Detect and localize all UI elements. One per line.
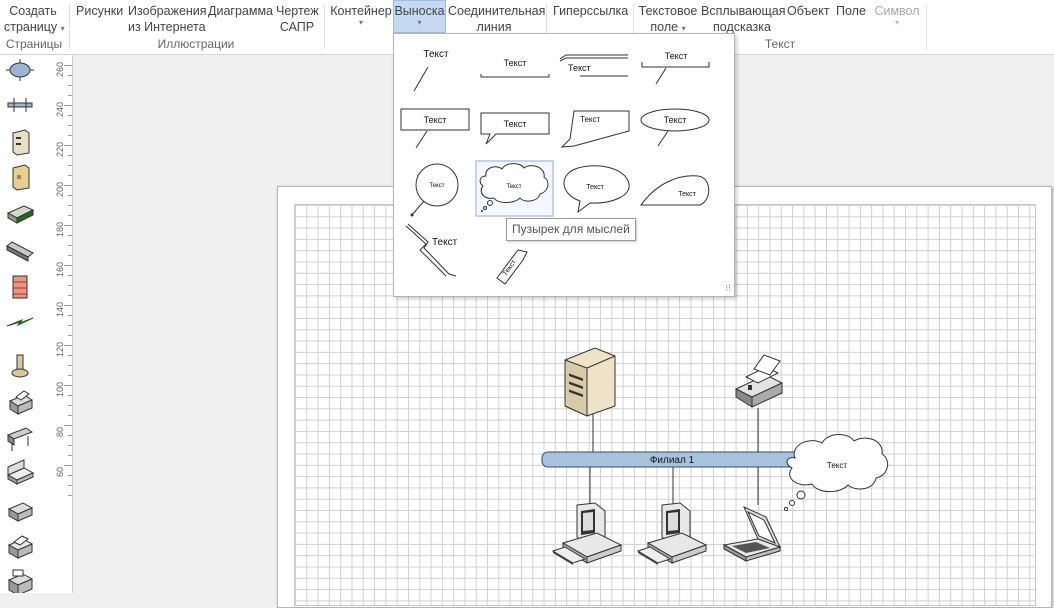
- callout-thought-bubble-thumbnail[interactable]: Текст: [475, 160, 554, 217]
- callout-side-line-thumbnail[interactable]: Текст: [641, 51, 710, 85]
- pc-shape[interactable]: [636, 502, 708, 565]
- callout-gallery: Текст Текст Текст Текст Текст Текст Текс…: [393, 33, 735, 297]
- callout-tag-thumbnail[interactable]: Текст: [496, 249, 528, 285]
- callout-rectangle-thumbnail[interactable]: Текст: [400, 108, 470, 149]
- callout-underline-thumbnail[interactable]: Текст: [559, 54, 628, 77]
- thought-bubble-callout[interactable]: [783, 434, 889, 512]
- callout-circle-thumbnail[interactable]: Текст: [410, 163, 459, 217]
- gallery-sample-text: Текст: [664, 115, 687, 125]
- callout-speech-rectangle-thumbnail[interactable]: Текст: [480, 112, 550, 145]
- bus-label: Филиал 1: [650, 455, 695, 466]
- printer-shape[interactable]: [734, 354, 784, 408]
- thought-bubble-text: Текст: [827, 461, 847, 470]
- gallery-tooltip: Пузырек для мыслей: [506, 218, 636, 241]
- callout-bracket-line-thumbnail[interactable]: Текст: [480, 58, 550, 78]
- laptop-shape[interactable]: [722, 506, 782, 562]
- pc-shape[interactable]: [551, 502, 623, 565]
- callout-zigzag-thumbnail[interactable]: Текст: [405, 223, 458, 277]
- gallery-sample-text: Текст: [665, 51, 688, 61]
- callout-line-thumbnail[interactable]: Текст: [413, 49, 449, 92]
- callout-gallery-thumbnails: Текст Текст Текст Текст Текст Текст Текс…: [400, 49, 710, 285]
- callout-leaf-thumbnail[interactable]: Текст: [640, 175, 710, 206]
- server-shape[interactable]: [564, 347, 616, 417]
- gallery-sample-text: Текст: [586, 184, 604, 191]
- resize-grip-icon[interactable]: ⁝⁝: [725, 283, 731, 294]
- gallery-sample-text: Текст: [504, 58, 527, 68]
- gallery-sample-text: Текст: [568, 63, 591, 73]
- callout-trapezoid-thumbnail[interactable]: Текст: [560, 110, 630, 148]
- gallery-sample-text: Текст: [580, 115, 600, 124]
- gallery-sample-text: Текст: [429, 183, 444, 189]
- gallery-sample-text: Текст: [432, 237, 458, 248]
- callout-speech-oval-thumbnail[interactable]: Текст: [563, 165, 630, 214]
- gallery-sample-text: Текст: [423, 49, 449, 60]
- gallery-sample-text: Текст: [504, 119, 527, 129]
- callout-oval-thumbnail[interactable]: Текст: [640, 108, 710, 147]
- gallery-sample-text: Текст: [678, 191, 696, 198]
- gallery-sample-text: Текст: [506, 184, 521, 190]
- gallery-sample-text: Текст: [424, 115, 447, 125]
